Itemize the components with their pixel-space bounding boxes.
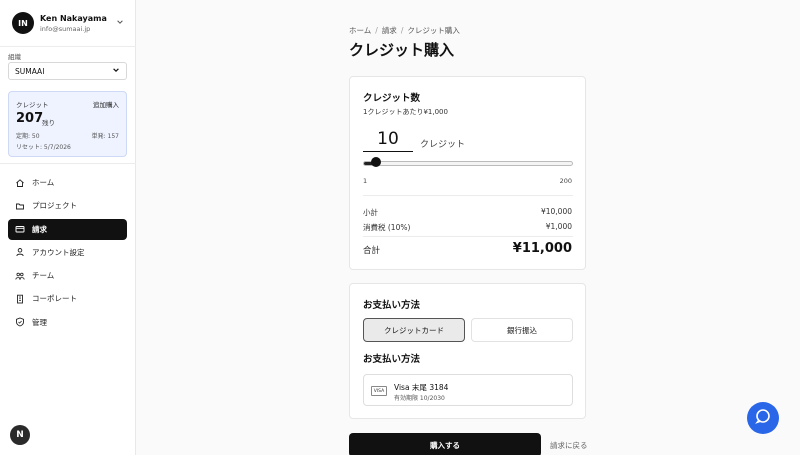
subtotal-label: 小計 <box>363 208 378 217</box>
user-icon <box>15 247 25 257</box>
back-to-billing-link[interactable]: 請求に戻る <box>550 440 588 451</box>
chevron-down-icon <box>112 66 120 76</box>
sidebar-item-label: チーム <box>32 271 55 281</box>
credit-amount: 207 <box>16 111 44 126</box>
user-email: info@sumaai.jp <box>40 25 91 33</box>
card-expiry: 有効期限 10/2030 <box>394 395 445 402</box>
card-name: Visa 末尾 3184 <box>394 383 449 392</box>
subtotal-value: ¥10,000 <box>540 207 572 216</box>
quantity-slider[interactable] <box>363 161 573 166</box>
team-icon <box>15 271 25 281</box>
purchase-button[interactable]: 購入する <box>349 433 541 455</box>
bank-transfer-option-button[interactable]: 銀行振込 <box>471 318 573 342</box>
credit-label: クレジット <box>16 101 49 109</box>
sidebar-item-label: ホーム <box>32 178 55 187</box>
divider <box>363 195 573 196</box>
credit-card-icon <box>15 224 25 234</box>
sidebar-item-label: アカウント設定 <box>32 247 85 257</box>
tax-label: 消費税 (10%) <box>363 223 411 232</box>
page-title: クレジット購入 <box>349 41 455 59</box>
sidebar-nav: ホーム プロジェクト 請求 アカウント設定 チーム コーポレート 管理 <box>8 172 127 335</box>
org-selected-value: SUMAAI <box>15 66 45 76</box>
sidebar-item-corporate[interactable]: コーポレート <box>8 288 127 309</box>
breadcrumb: ホーム / 請求 / クレジット購入 <box>349 26 460 35</box>
sidebar-item-label: コーポレート <box>32 294 77 304</box>
payment-method-panel: お支払い方法 クレジットカード 銀行振込 お支払い方法 VISA Visa 末尾… <box>349 283 586 419</box>
saved-card[interactable]: VISA Visa 末尾 3184 有効期限 10/2030 <box>363 374 573 406</box>
visa-logo: VISA <box>371 386 387 396</box>
sidebar-item-billing[interactable]: 請求 <box>8 218 127 240</box>
sidebar: IN Ken Nakayama info@sumaai.jp 組織 SUMAAI… <box>0 0 136 455</box>
add-purchase-link[interactable]: 追加購入 <box>93 99 119 109</box>
tax-value: ¥1,000 <box>545 222 572 231</box>
breadcrumb-billing[interactable]: 請求 <box>382 26 397 35</box>
divider <box>363 236 573 237</box>
org-select[interactable]: SUMAAI <box>8 62 127 80</box>
credit-fixed: 定期: 50 <box>16 133 40 140</box>
credit-balance-card: クレジット 追加購入 207 残り 定期: 50 単発: 157 リセット: 5… <box>8 91 127 157</box>
home-icon <box>15 178 25 188</box>
sidebar-item-label: プロジェクト <box>32 201 77 211</box>
credit-reset: リセット: 5/7/2026 <box>16 144 71 151</box>
credit-card-option-button[interactable]: クレジットカード <box>363 318 465 342</box>
help-chat-button[interactable] <box>747 402 779 434</box>
chat-icon <box>755 408 771 428</box>
breadcrumb-home[interactable]: ホーム <box>349 26 371 35</box>
divider <box>0 46 136 47</box>
slider-max-label: 200 <box>559 177 572 185</box>
sidebar-item-admin[interactable]: 管理 <box>8 312 127 333</box>
sidebar-item-team[interactable]: チーム <box>8 265 127 286</box>
user-menu[interactable]: IN Ken Nakayama info@sumaai.jp <box>12 12 128 36</box>
sidebar-item-projects[interactable]: プロジェクト <box>8 195 127 216</box>
folder-icon <box>15 201 25 211</box>
chevron-down-icon[interactable] <box>116 18 124 28</box>
building-icon <box>15 294 25 304</box>
avatar: IN <box>12 12 34 34</box>
breadcrumb-current: クレジット購入 <box>407 26 460 35</box>
total-value: ¥11,000 <box>512 241 572 256</box>
quantity-input[interactable]: 10 <box>363 129 413 152</box>
sidebar-item-account-settings[interactable]: アカウント設定 <box>8 242 127 263</box>
payment-method-title: お支払い方法 <box>363 300 421 311</box>
sidebar-item-label: 請求 <box>32 224 47 234</box>
divider <box>0 163 136 164</box>
credit-quantity-title: クレジット数 <box>363 93 421 104</box>
org-label: 組織 <box>8 53 21 61</box>
sidebar-item-home[interactable]: ホーム <box>8 172 127 193</box>
payment-method-subtitle: お支払い方法 <box>363 354 421 365</box>
total-label: 合計 <box>363 246 381 256</box>
credit-quantity-panel: クレジット数 1クレジットあたり¥1,000 10 クレジット 1 200 小計… <box>349 76 586 270</box>
quantity-unit: クレジット <box>420 140 466 150</box>
credit-single: 単発: 157 <box>91 133 119 140</box>
app-badge[interactable]: N <box>10 425 30 445</box>
shield-icon <box>15 317 25 327</box>
sidebar-item-label: 管理 <box>32 317 47 327</box>
price-per-credit: 1クレジットあたり¥1,000 <box>363 108 448 116</box>
credit-remaining-label: 残り <box>42 119 55 127</box>
slider-min-label: 1 <box>363 177 368 185</box>
user-name: Ken Nakayama <box>40 14 107 23</box>
